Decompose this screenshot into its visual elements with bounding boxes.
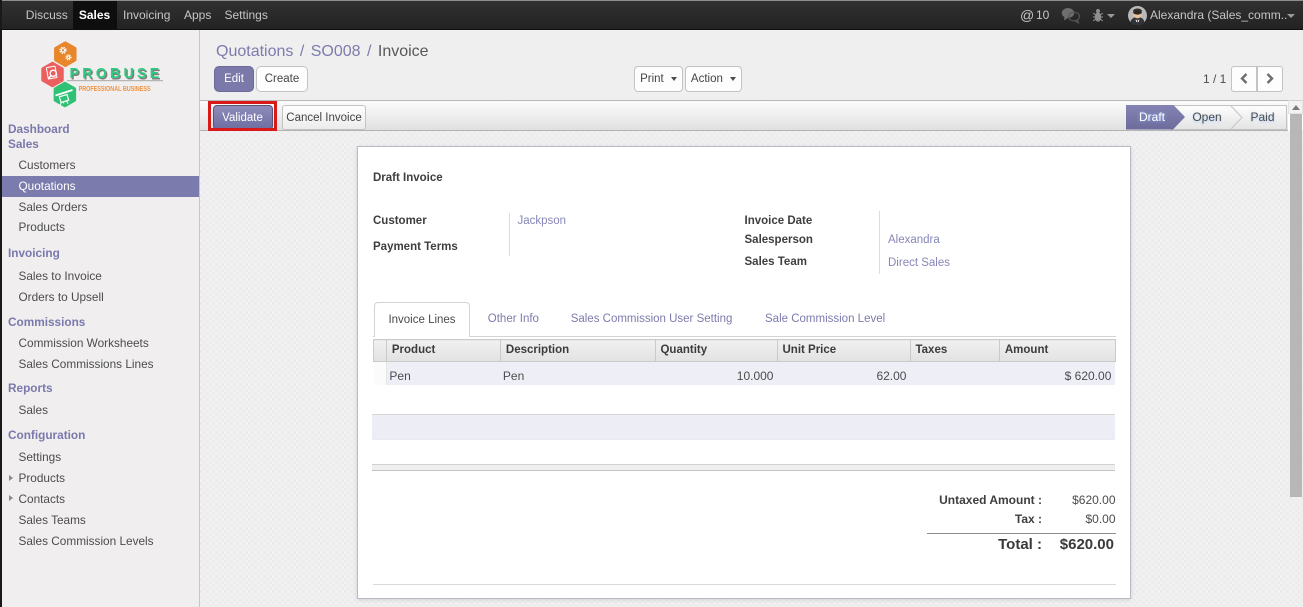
svg-text:PROBUSE: PROBUSE: [70, 65, 163, 82]
svg-text:PROFESSIONAL BUSINESS: PROFESSIONAL BUSINESS: [79, 84, 151, 93]
